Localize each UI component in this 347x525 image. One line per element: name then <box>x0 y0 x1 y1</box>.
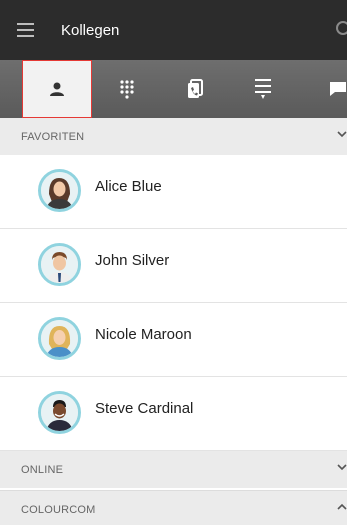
section-favorites-label: FAVORITEN <box>21 131 85 143</box>
tab-dialpad[interactable] <box>92 60 161 118</box>
avatar <box>38 169 81 212</box>
call-list-icon <box>254 79 271 99</box>
call-transfer-icon <box>187 79 203 98</box>
contact-row[interactable]: Alice Blue <box>0 155 347 229</box>
person-icon <box>50 82 64 96</box>
app-header: Kollegen <box>0 0 347 60</box>
chevron-up-icon <box>337 503 347 510</box>
contact-name: Alice Blue <box>95 178 162 195</box>
contact-name: Steve Cardinal <box>95 400 194 417</box>
dialpad-icon <box>119 80 134 99</box>
tab-chat[interactable] <box>296 60 347 118</box>
avatar <box>38 317 81 360</box>
avatar <box>38 243 81 286</box>
avatar <box>38 391 81 434</box>
hamburger-icon[interactable] <box>17 23 34 37</box>
search-icon[interactable] <box>336 21 347 35</box>
chevron-down-icon <box>337 131 347 138</box>
contact-name: Nicole Maroon <box>95 326 192 343</box>
section-colourcom-label: COLOURCOM <box>21 504 96 516</box>
chevron-down-icon <box>337 464 347 471</box>
tab-call-list[interactable] <box>228 60 297 118</box>
section-online-label: ONLINE <box>21 464 64 476</box>
page-title: Kollegen <box>61 22 120 39</box>
tab-contacts[interactable] <box>22 60 92 118</box>
chat-icon <box>330 82 346 96</box>
tab-call-transfer[interactable] <box>160 60 229 118</box>
section-favorites[interactable]: FAVORITEN <box>0 118 347 155</box>
section-colourcom[interactable]: COLOURCOM <box>0 490 347 525</box>
section-online[interactable]: ONLINE <box>0 451 347 488</box>
tab-bar <box>0 60 347 118</box>
contact-row[interactable]: Nicole Maroon <box>0 303 347 377</box>
contact-name: John Silver <box>95 252 170 269</box>
contact-row[interactable]: Steve Cardinal <box>0 377 347 451</box>
contact-row[interactable]: John Silver <box>0 229 347 303</box>
